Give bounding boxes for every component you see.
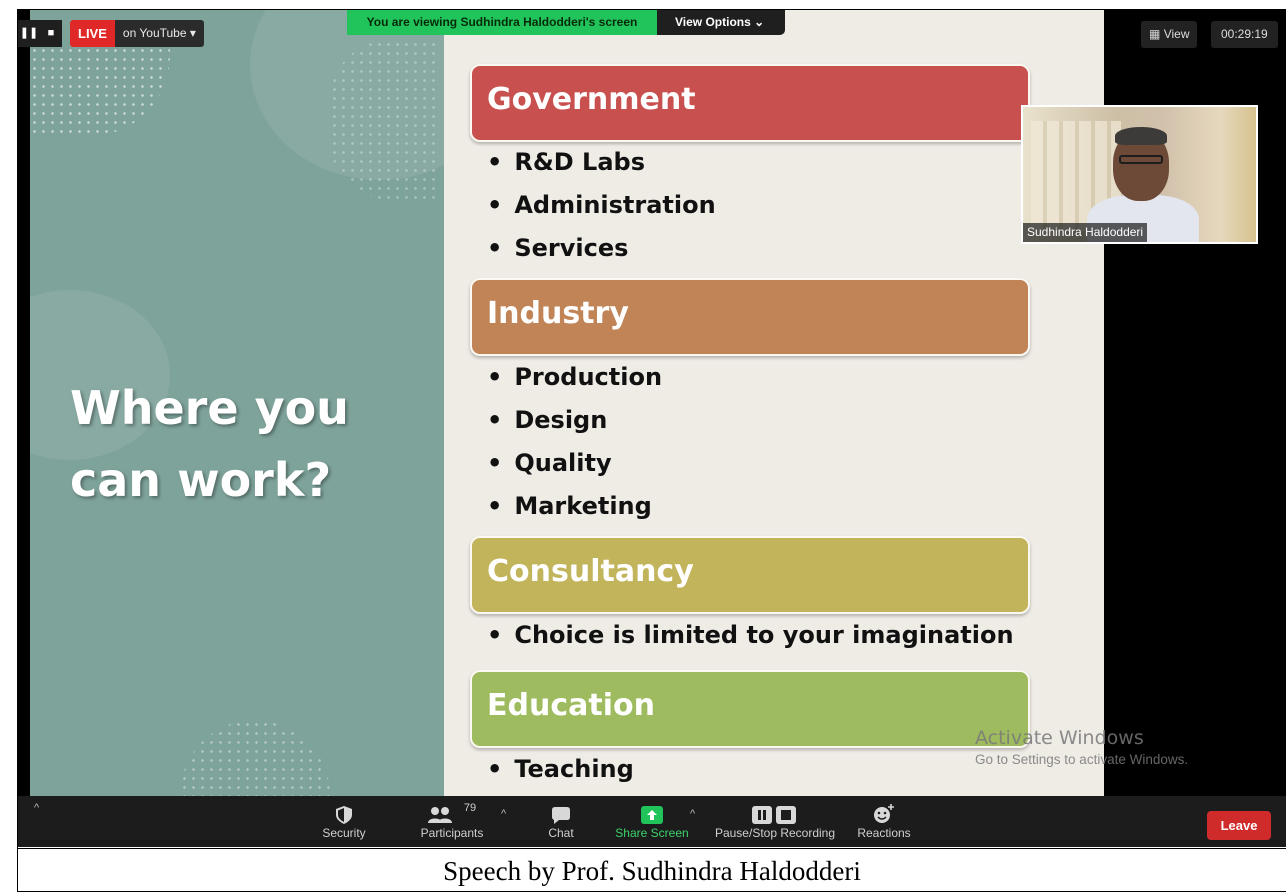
view-label: View	[1163, 27, 1190, 41]
recording-timer: 00:29:19	[1211, 21, 1278, 48]
person-glasses	[1119, 155, 1163, 164]
speaker-video-tile[interactable]: Sudhindra Haldodderi	[1021, 105, 1258, 244]
reactions-button[interactable]: Reactions	[852, 796, 916, 847]
list-item: Quality	[487, 442, 662, 485]
industry-list: Production Design Quality Marketing	[487, 356, 662, 528]
activate-windows-watermark: Activate Windows Go to Settings to activ…	[975, 727, 1188, 767]
category-consultancy-label: Consultancy	[487, 554, 694, 589]
chat-label: Chat	[548, 826, 574, 840]
education-list: Teaching	[487, 748, 633, 791]
recording-label: Pause/Stop Recording	[714, 826, 836, 840]
person-hair	[1115, 127, 1167, 145]
watermark-subtitle: Go to Settings to activate Windows.	[975, 752, 1189, 767]
participants-label: Participants	[420, 826, 484, 840]
category-government-label: Government	[487, 82, 696, 117]
document-caption: Speech by Prof. Sudhindra Haldodderi	[18, 848, 1286, 892]
list-item: Services	[487, 227, 716, 270]
list-item: R&D Labs	[487, 141, 716, 184]
category-industry: Industry	[470, 278, 1030, 356]
view-options-button[interactable]: View Options ⌄	[657, 10, 785, 35]
chat-icon	[539, 796, 583, 824]
list-item: Administration	[487, 184, 715, 227]
presentation-slide: Where you can work? Government R&D Labs …	[30, 10, 1104, 796]
list-item: Choice is limited to your imagination	[487, 614, 1013, 657]
recording-controls: ❚❚ ■ LIVE on YouTube ▾	[18, 20, 204, 47]
live-badge[interactable]: LIVE	[70, 20, 115, 47]
shared-screen: Where you can work? Government R&D Labs …	[18, 10, 1286, 796]
chevron-up-icon[interactable]: ^	[34, 802, 39, 814]
leave-button[interactable]: Leave	[1207, 811, 1271, 840]
participants-icon: 79	[412, 796, 492, 824]
pause-stop-recording-button[interactable]: Pause/Stop Recording	[710, 796, 840, 847]
category-consultancy: Consultancy	[470, 536, 1030, 614]
list-item: Marketing	[487, 485, 662, 528]
list-item: Teaching	[487, 748, 633, 791]
watermark-title: Activate Windows	[975, 727, 1144, 749]
slide-left-panel: Where you can work?	[30, 10, 444, 796]
recording-controls-icon	[710, 796, 840, 824]
chevron-up-icon[interactable]: ^	[501, 808, 506, 820]
view-options-label: View Options	[675, 15, 751, 29]
security-label: Security	[322, 826, 366, 840]
decor-dots	[180, 720, 330, 796]
stop-icon[interactable]: ■	[40, 20, 62, 47]
chat-button[interactable]: Chat	[539, 796, 583, 847]
screen-share-banner: You are viewing Sudhindra Haldodderi's s…	[347, 10, 785, 35]
pause-icon[interactable]: ❚❚	[18, 20, 40, 47]
share-screen-button[interactable]: Share Screen	[614, 796, 690, 847]
caret-down-icon: ▾	[189, 26, 196, 40]
category-industry-label: Industry	[487, 296, 629, 331]
list-item: Design	[487, 399, 662, 442]
list-item: Production	[487, 356, 662, 399]
decor-dots	[30, 46, 170, 136]
participant-name-label: Sudhindra Haldodderi	[1023, 223, 1148, 242]
category-education-label: Education	[487, 688, 655, 723]
category-education: Education	[470, 670, 1030, 748]
sharing-banner-text: You are viewing Sudhindra Haldodderi's s…	[347, 10, 657, 35]
security-button[interactable]: Security	[314, 796, 374, 847]
participants-button[interactable]: 79 Participants	[412, 796, 492, 847]
grid-view-icon: ▦	[1149, 27, 1161, 41]
share-screen-label: Share Screen	[615, 826, 689, 840]
shield-icon	[314, 796, 374, 824]
share-screen-icon	[614, 796, 690, 824]
chevron-down-icon: ⌄	[754, 15, 765, 29]
slide-title: Where you can work?	[70, 381, 349, 507]
chevron-up-icon[interactable]: ^	[690, 808, 695, 820]
stream-target-dropdown[interactable]: on YouTube ▾	[114, 20, 204, 47]
view-button[interactable]: ▦ View	[1141, 21, 1198, 48]
meeting-toolbar: ^ Security 79 Participants ^ Chat Share …	[18, 796, 1286, 847]
category-government: Government	[470, 64, 1030, 142]
smiley-plus-icon	[852, 796, 916, 824]
stream-target-label: on YouTube	[122, 26, 187, 40]
reactions-label: Reactions	[857, 826, 911, 840]
decor-dots	[330, 40, 440, 200]
government-list: R&D Labs Administration Services	[487, 141, 716, 270]
participants-count: 79	[463, 802, 477, 814]
consultancy-list: Choice is limited to your imagination	[487, 614, 1013, 657]
